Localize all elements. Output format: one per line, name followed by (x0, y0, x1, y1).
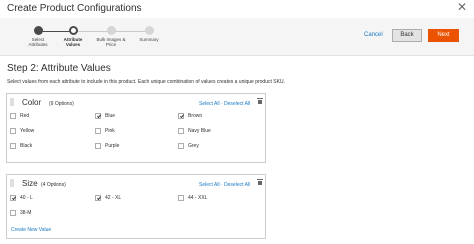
next-button[interactable]: Next (428, 29, 459, 42)
option-label: Pink (105, 128, 115, 134)
wizard-step-summary[interactable]: Summary (122, 26, 176, 42)
attribute-panel-header: Color (9 Options) Select All · Deselect … (7, 94, 265, 110)
option-checkbox[interactable] (178, 143, 184, 149)
trash-icon[interactable] (257, 98, 263, 104)
size-attribute-panel: Size (4 Options) Select All · Deselect A… (6, 174, 266, 239)
attribute-name: Size (22, 179, 38, 188)
link-separator: · (220, 182, 223, 188)
close-icon[interactable]: ✕ (457, 0, 467, 14)
option-label: Black (20, 143, 33, 149)
option-label: Brown (188, 113, 203, 119)
step-active-dot-icon (68, 26, 78, 35)
color-attribute-panel: Color (9 Options) Select All · Deselect … (6, 93, 266, 163)
select-all-link[interactable]: Select All (199, 101, 220, 107)
option-checkbox[interactable] (10, 143, 16, 149)
option-label: 44 - XXL (188, 195, 208, 201)
modal-title: Create Product Configurations (7, 3, 142, 14)
step-description: Select values from each attribute to inc… (7, 79, 285, 85)
attribute-name: Color (22, 98, 42, 107)
attribute-option-count: (9 Options) (49, 101, 74, 107)
option-label: Blue (105, 113, 116, 119)
trash-icon[interactable] (257, 179, 263, 185)
option-checkbox[interactable] (95, 143, 101, 149)
option-label: Red (20, 113, 30, 119)
attribute-option-count: (4 Options) (41, 182, 66, 188)
attribute-panel-header: Size (4 Options) Select All · Deselect A… (7, 175, 265, 191)
option-label: 38-M (20, 210, 32, 216)
step-label-line: Summary (139, 37, 159, 42)
create-new-value-link[interactable]: Create New Value (11, 227, 51, 233)
option-checkbox[interactable] (10, 195, 16, 201)
select-all-link[interactable]: Select All (199, 182, 220, 188)
option-checkbox[interactable] (95, 128, 101, 134)
option-label: Yellow (20, 128, 35, 134)
step-pending-dot-icon (106, 26, 116, 35)
back-button[interactable]: Back (392, 29, 422, 42)
step-heading: Step 2: Attribute Values (7, 63, 111, 74)
option-checkbox[interactable] (10, 113, 16, 119)
step-pending-dot-icon (144, 26, 154, 35)
option-label: Purple (105, 143, 120, 149)
option-label: Navy Blue (188, 128, 211, 134)
option-checkbox[interactable] (178, 128, 184, 134)
drag-handle-icon[interactable] (10, 98, 14, 106)
option-checkbox[interactable] (10, 210, 16, 216)
option-checkbox[interactable] (95, 195, 101, 201)
link-separator: · (220, 101, 223, 107)
option-checkbox[interactable] (178, 195, 184, 201)
option-checkbox[interactable] (10, 128, 16, 134)
option-label: 40 - L (20, 195, 33, 201)
option-checkbox[interactable] (178, 113, 184, 119)
deselect-all-link[interactable]: Deselect All (224, 101, 250, 107)
cancel-link[interactable]: Cancel (364, 32, 383, 38)
option-checkbox[interactable] (95, 113, 101, 119)
option-label: 42 - XL (105, 195, 122, 201)
step-label-line: Price (105, 42, 117, 47)
step-done-dot-icon (33, 26, 43, 35)
deselect-all-link[interactable]: Deselect All (224, 182, 250, 188)
drag-handle-icon[interactable] (10, 179, 14, 187)
option-label: Grey (188, 143, 199, 149)
